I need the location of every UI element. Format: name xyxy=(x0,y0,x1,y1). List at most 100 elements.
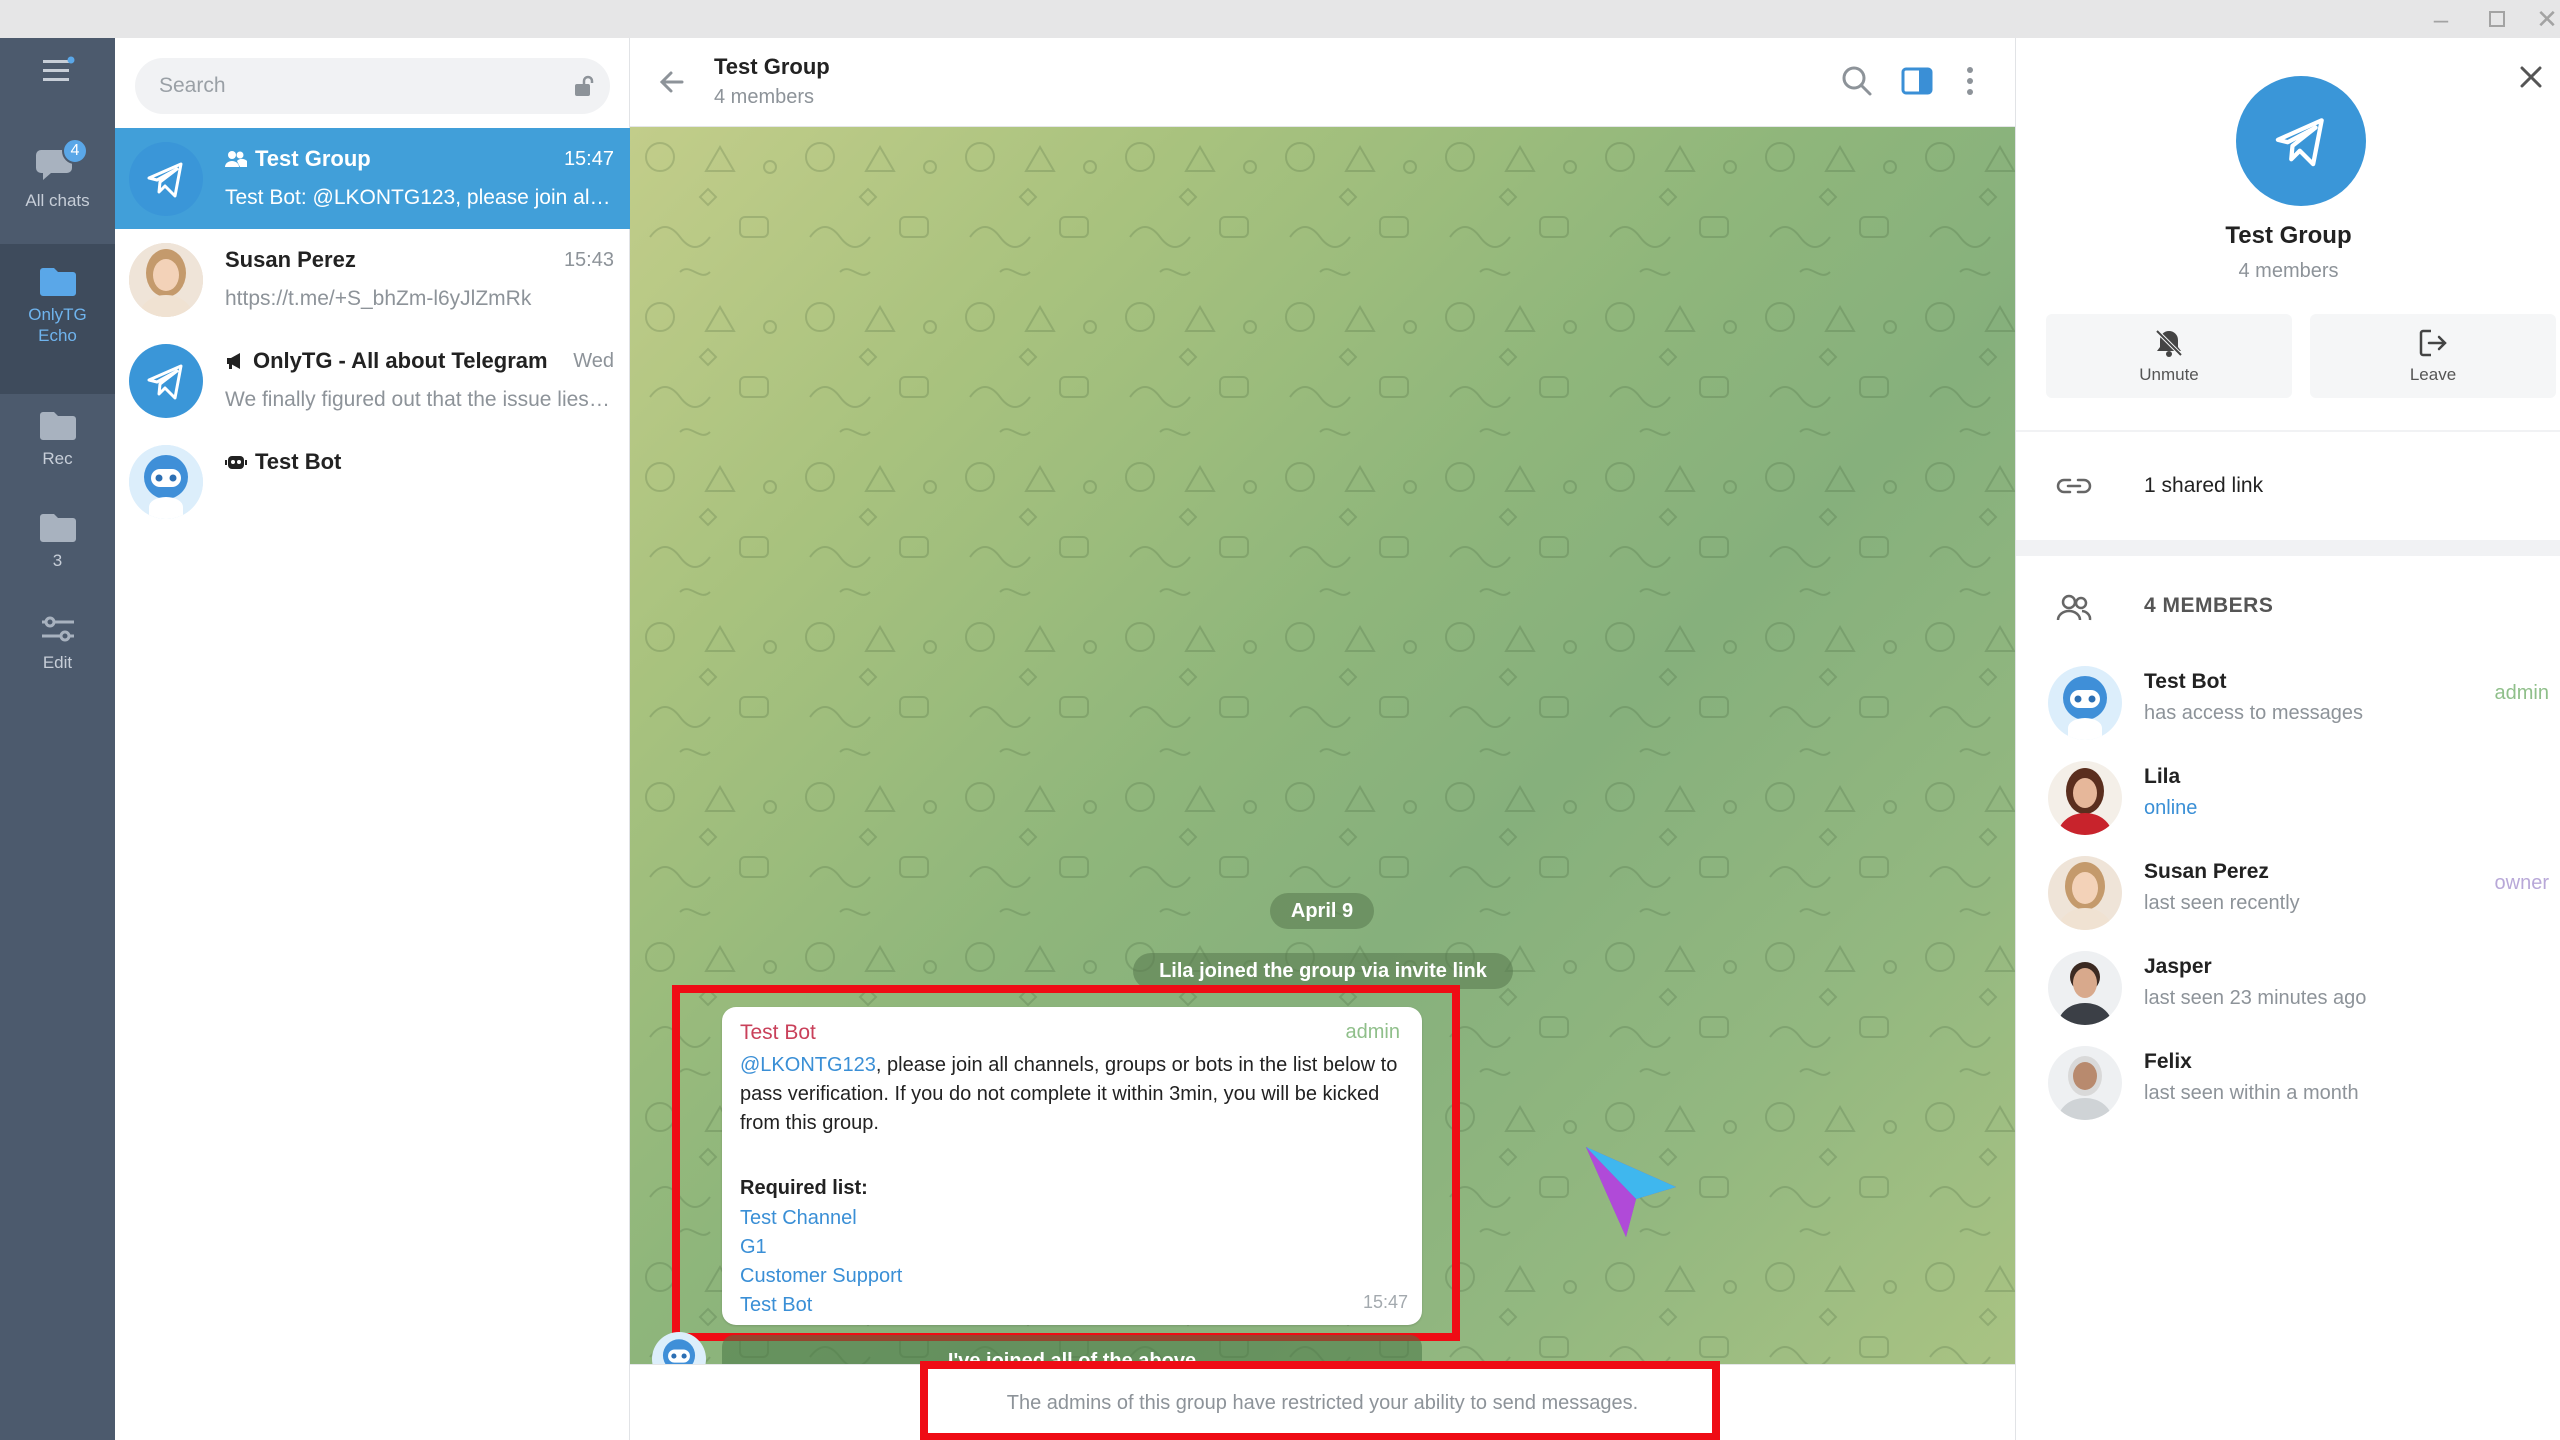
avatar xyxy=(129,344,203,418)
sidebar-toggle-icon[interactable] xyxy=(1900,64,1934,98)
user-photo-icon xyxy=(2048,951,2122,1025)
user-photo-icon xyxy=(2048,856,2122,930)
required-list-label: Required list: xyxy=(740,1177,868,1199)
avatar xyxy=(2048,951,2122,1025)
members-header: 4 MEMBERS xyxy=(2016,572,2560,642)
highlight-box-restricted xyxy=(920,1361,1720,1440)
member-name: Susan Perez xyxy=(2144,860,2269,883)
message-text: @LKONTG123, please join all channels, gr… xyxy=(740,1054,1398,1134)
mention-link[interactable]: @LKONTG123 xyxy=(740,1054,876,1076)
folder-rec[interactable]: Rec xyxy=(0,410,115,500)
member-row[interactable]: Susan Perez last seen recently owner xyxy=(2016,842,2560,937)
member-status: last seen within a month xyxy=(2144,1082,2359,1104)
menu-button[interactable] xyxy=(0,56,115,102)
avatar xyxy=(129,243,203,317)
more-vertical-icon[interactable] xyxy=(1960,64,1980,98)
unread-badge: 4 xyxy=(62,138,88,164)
member-row[interactable]: Test Bot has access to messages admin xyxy=(2016,652,2560,747)
user-photo-icon xyxy=(129,243,203,317)
rail-label: All chats xyxy=(25,191,90,210)
chat-list-panel: Test Group 15:47 Test Bot: @LKONTG123, p… xyxy=(115,38,630,1440)
chat-time: 15:47 xyxy=(563,148,614,170)
member-role: admin xyxy=(2494,682,2549,704)
avatar xyxy=(129,445,203,519)
telegram-plane-icon xyxy=(2275,118,2324,167)
member-status: online xyxy=(2144,797,2198,819)
member-name: Felix xyxy=(2144,1050,2192,1073)
service-message: Lila joined the group via invite link xyxy=(1133,953,1513,989)
minimize-icon[interactable]: – xyxy=(2414,0,2468,38)
avatar xyxy=(2048,761,2122,835)
divider xyxy=(2016,430,2560,432)
chat-preview: Test Bot: @LKONTG123, please join all ch… xyxy=(225,186,615,209)
folder-icon xyxy=(39,268,76,296)
chat-title: OnlyTG - All about Telegram xyxy=(225,348,548,374)
composer-area: The admins of this group have restricted… xyxy=(630,1361,2015,1440)
chat-item-susan-perez[interactable]: Susan Perez 15:43 https://t.me/+S_bhZm-l… xyxy=(115,229,630,330)
member-status: last seen 23 minutes ago xyxy=(2144,987,2367,1009)
member-row[interactable]: Felix last seen within a month xyxy=(2016,1032,2560,1127)
window-close-icon[interactable]: ✕ xyxy=(2520,0,2560,38)
group-name: Test Group xyxy=(2225,222,2352,249)
shared-links-row[interactable]: 1 shared link xyxy=(2016,452,2560,522)
rail-label: OnlyTG Echo xyxy=(28,305,87,345)
folder-3[interactable]: 3 xyxy=(0,512,115,602)
hamburger-menu-icon xyxy=(42,56,74,81)
required-link[interactable]: Customer Support xyxy=(740,1265,902,1288)
search-input[interactable] xyxy=(159,58,539,114)
message-bubble[interactable]: Test Bot admin @LKONTG123, please join a… xyxy=(722,1007,1422,1325)
search-bar xyxy=(135,58,610,114)
leave-button[interactable]: Leave xyxy=(2310,314,2556,398)
cursor-arrow-icon xyxy=(1586,1147,1676,1237)
unmute-button[interactable]: Unmute xyxy=(2046,314,2292,398)
member-row[interactable]: Lila online xyxy=(2016,747,2560,842)
folder-onlytg-echo[interactable]: OnlyTG Echo xyxy=(0,244,115,394)
required-link[interactable]: Test Bot xyxy=(740,1294,812,1317)
admin-tag: admin xyxy=(1345,1021,1400,1043)
member-role: owner xyxy=(2494,872,2549,894)
chat-area: Test Group 4 members April 9 Lila joined… xyxy=(630,38,2015,1440)
message-sender[interactable]: Test Bot xyxy=(740,1021,816,1045)
folder-rail: All chats 4 OnlyTG Echo Rec 3 Edit xyxy=(0,38,115,1440)
required-link[interactable]: Test Channel xyxy=(740,1207,857,1230)
avatar xyxy=(2048,1046,2122,1120)
telegram-plane-icon xyxy=(147,364,183,400)
leave-icon xyxy=(2419,329,2447,357)
avatar xyxy=(2048,856,2122,930)
close-icon[interactable] xyxy=(2516,62,2546,92)
rail-label: 3 xyxy=(52,551,63,570)
chat-title: Susan Perez xyxy=(225,247,356,272)
chat-header: Test Group 4 members xyxy=(630,38,2015,127)
avatar xyxy=(129,142,203,216)
back-arrow-icon[interactable] xyxy=(656,66,688,98)
rail-label: Edit xyxy=(42,653,73,672)
chat-header-subtitle: 4 members xyxy=(714,86,815,108)
chat-title: Test Bot xyxy=(225,449,341,475)
robot-icon xyxy=(129,445,203,519)
megaphone-icon xyxy=(227,353,240,369)
chat-item-onlytg[interactable]: OnlyTG - All about Telegram Wed We final… xyxy=(115,330,630,431)
chat-background: April 9 Lila joined the group via invite… xyxy=(630,127,2015,1364)
member-name: Test Bot xyxy=(2144,670,2227,693)
member-status: has access to messages xyxy=(2144,702,2363,724)
folder-edit[interactable]: Edit xyxy=(0,614,115,704)
folder-icon xyxy=(39,412,76,440)
user-photo-icon xyxy=(2048,761,2122,835)
member-row[interactable]: Jasper last seen 23 minutes ago xyxy=(2016,937,2560,1032)
lock-icon[interactable] xyxy=(572,74,596,98)
chat-item-test-bot[interactable]: Test Bot xyxy=(115,431,630,532)
member-status: last seen recently xyxy=(2144,892,2300,914)
search-icon[interactable] xyxy=(1840,64,1874,98)
folder-all-chats[interactable]: All chats xyxy=(0,134,115,244)
inline-keyboard-button[interactable]: I've joined all of the above xyxy=(722,1335,1422,1364)
message-time: 15:47 xyxy=(1362,1292,1408,1312)
link-icon xyxy=(2056,478,2092,494)
group-info-panel: Test Group 4 members Unmute Leave 1 shar… xyxy=(2015,38,2560,1440)
chat-item-test-group[interactable]: Test Group 15:47 Test Bot: @LKONTG123, p… xyxy=(115,128,630,229)
group-avatar[interactable] xyxy=(2236,76,2366,206)
required-link[interactable]: G1 xyxy=(740,1236,767,1259)
chat-title: Test Group xyxy=(225,146,371,172)
maximize-icon[interactable] xyxy=(2470,0,2524,38)
rail-label: Rec xyxy=(42,449,73,468)
chat-header-title[interactable]: Test Group xyxy=(714,54,830,80)
